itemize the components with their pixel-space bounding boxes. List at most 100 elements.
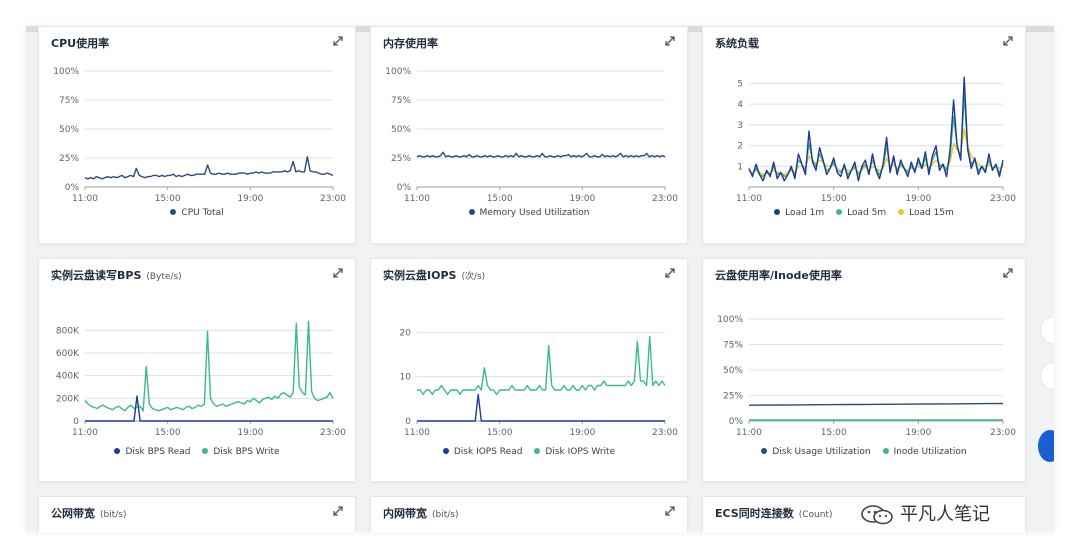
system-load-chart: 1 2 3 4 5 11:00 15:00 19:00 23:00	[736, 76, 1016, 204]
legend-dot	[468, 208, 475, 215]
x-tick-label: 11:00	[72, 428, 98, 438]
y-tick-label: 25%	[59, 154, 79, 164]
y-tick-label: 100%	[717, 315, 743, 325]
y-tick-label: 400K	[56, 372, 80, 382]
legend-label: Disk BPS Read	[125, 447, 191, 457]
watermark: 平凡人笔记	[860, 500, 990, 526]
side-float-blue-button[interactable]	[1038, 430, 1054, 462]
side-float-button[interactable]	[1040, 316, 1054, 344]
disk-usage-chart: 0% 25% 50% 75% 100% 11:00 15:00 19:00 23:00	[717, 315, 1016, 438]
legend-item[interactable]: Disk BPS Read	[114, 447, 190, 457]
legend-label: Inode Utilization	[893, 447, 967, 457]
x-tick-label: 15:00	[155, 194, 181, 204]
monitoring-dashboard: CPU使用率 0% 25% 50% 75% 100% 11:00 15:00 19:00 23:…	[26, 26, 1054, 532]
y-tick-label: 75%	[723, 341, 743, 351]
y-tick-label: 50%	[59, 125, 79, 135]
legend-label: Load 15m	[909, 208, 954, 218]
memory-usage-chart: 0% 25% 50% 75% 100% 11:00 15:00 19:00 23:00	[385, 67, 678, 204]
y-tick-label: 25%	[723, 392, 743, 402]
y-tick-label: 4	[737, 100, 743, 110]
expand-icon[interactable]	[331, 503, 345, 517]
private-bandwidth-panel: 内网带宽 (bit/s)	[370, 496, 688, 532]
legend-dot	[114, 447, 121, 454]
expand-icon[interactable]	[663, 265, 677, 279]
legend-item[interactable]: Load 1m	[774, 208, 824, 218]
disk-iops-panel: 实例云盘IOPS (次/s) 0 10 20 11:00 15:00 19:00 23:00 …	[370, 258, 688, 482]
y-tick-label: 100%	[385, 67, 411, 77]
legend-dot	[898, 208, 905, 215]
legend-label: Disk Usage Utilization	[772, 447, 871, 457]
x-tick-label: 19:00	[569, 428, 595, 438]
x-tick-label: 19:00	[905, 194, 931, 204]
legend-label: Load 1m	[785, 208, 825, 218]
legend-label: Disk IOPS Write	[545, 447, 616, 457]
side-float-button[interactable]	[1040, 362, 1054, 390]
y-tick-label: 10	[400, 373, 412, 383]
y-tick-label: 0%	[65, 183, 80, 193]
x-tick-label: 11:00	[404, 194, 430, 204]
legend-dot	[774, 208, 781, 215]
y-tick-label: 2	[737, 142, 743, 152]
expand-icon[interactable]	[331, 33, 345, 47]
expand-icon[interactable]	[663, 503, 677, 517]
panel-title: 内网带宽 (bit/s)	[383, 507, 459, 520]
legend-item[interactable]: Disk BPS Write	[202, 447, 280, 457]
expand-icon[interactable]	[663, 33, 677, 47]
x-tick-label: 15:00	[487, 194, 513, 204]
legend-item[interactable]: Load 5m	[836, 208, 886, 218]
disk-bps-chart: 0 200K 400K 600K 800K 11:00 15:00 19:00 23:00	[56, 320, 346, 438]
x-tick-label: 15:00	[821, 194, 847, 204]
x-tick-label: 11:00	[404, 428, 430, 438]
y-tick-label: 5	[737, 79, 743, 89]
x-tick-label: 19:00	[237, 194, 263, 204]
y-tick-label: 0	[73, 417, 79, 427]
legend-label: Disk IOPS Read	[453, 447, 523, 457]
panel-title: ECS同时连接数 (Count)	[715, 507, 833, 520]
x-tick-label: 15:00	[155, 428, 181, 438]
series-line-disk-usage-utilization	[748, 402, 1004, 406]
y-tick-label: 800K	[56, 326, 80, 336]
expand-icon[interactable]	[1001, 33, 1015, 47]
y-tick-label: 3	[737, 121, 743, 131]
chart-legend: CPU Total	[39, 208, 355, 218]
y-tick-label: 20	[400, 328, 412, 338]
legend-item[interactable]: Disk IOPS Write	[534, 447, 615, 457]
x-tick-label: 15:00	[821, 428, 847, 438]
legend-dot	[761, 447, 768, 454]
cpu-usage-panel: CPU使用率 0% 25% 50% 75% 100% 11:00 15:00 19:00 23:…	[38, 26, 356, 244]
chart-legend: Disk BPS Read Disk BPS Write	[39, 447, 355, 457]
series-line-cpu-total	[84, 156, 334, 180]
x-tick-label: 23:00	[652, 194, 678, 204]
y-tick-label: 1	[737, 162, 743, 172]
x-tick-label: 23:00	[990, 194, 1016, 204]
wechat-icon	[860, 505, 894, 525]
legend-item[interactable]: Disk Usage Utilization	[761, 447, 871, 457]
chart-legend: Disk IOPS Read Disk IOPS Write	[371, 447, 687, 457]
y-tick-label: 50%	[391, 125, 411, 135]
x-tick-label: 15:00	[487, 428, 513, 438]
legend-dot	[442, 447, 449, 454]
legend-item[interactable]: Inode Utilization	[882, 447, 967, 457]
cpu-usage-chart: 0% 25% 50% 75% 100% 11:00 15:00 19:00 23:00	[53, 67, 346, 204]
y-tick-label: 50%	[723, 366, 743, 376]
y-tick-label: 0%	[729, 417, 744, 427]
watermark-text: 平凡人笔记	[900, 504, 990, 525]
legend-dot	[170, 208, 177, 215]
disk-bps-panel: 实例云盘读写BPS (Byte/s) 0 200K 400K 600K 800K 11:00…	[38, 258, 356, 482]
x-tick-label: 23:00	[320, 194, 346, 204]
legend-label: CPU Total	[181, 208, 224, 218]
x-tick-label: 11:00	[736, 194, 762, 204]
expand-icon[interactable]	[331, 265, 345, 279]
system-load-panel: 系统负载 1 2 3 4 5 11:00 15:00 19:00 23:00 Load 1m Lo…	[702, 26, 1026, 244]
x-tick-label: 19:00	[905, 428, 931, 438]
legend-item[interactable]: Disk IOPS Read	[442, 447, 523, 457]
legend-item[interactable]: CPU Total	[170, 208, 224, 218]
y-tick-label: 200K	[56, 394, 80, 404]
expand-icon[interactable]	[1001, 265, 1015, 279]
legend-item[interactable]: Memory Used Utilization	[468, 208, 589, 218]
memory-usage-panel: 内存使用率 0% 25% 50% 75% 100% 11:00 15:00 19:00 23:0…	[370, 26, 688, 244]
y-tick-label: 0%	[397, 183, 412, 193]
x-tick-label: 19:00	[237, 428, 263, 438]
series-line-disk-bps-write	[84, 320, 334, 412]
legend-item[interactable]: Load 15m	[898, 208, 954, 218]
